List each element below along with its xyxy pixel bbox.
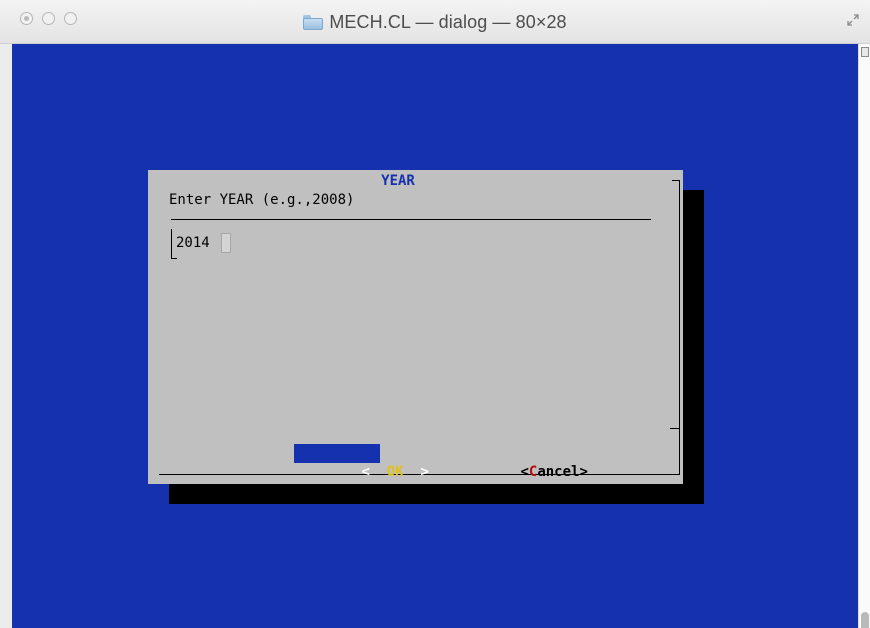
ok-left-bracket: < bbox=[361, 464, 370, 480]
dialog-border-right bbox=[679, 180, 680, 475]
cancel-close-bracket: > bbox=[579, 464, 588, 480]
fullscreen-icon[interactable] bbox=[846, 13, 860, 27]
year-input[interactable]: 2014 bbox=[176, 233, 210, 253]
ok-button[interactable]: < OK > bbox=[294, 444, 429, 480]
dialog-title: YEAR bbox=[381, 173, 415, 189]
cancel-button[interactable]: <Cancel> bbox=[453, 444, 587, 480]
ok-right-bracket: > bbox=[420, 464, 429, 480]
dialog-border-cap bbox=[672, 180, 680, 181]
scroll-marker-icon[interactable] bbox=[861, 47, 869, 57]
cancel-label-rest: ancel bbox=[537, 464, 580, 480]
vertical-scrollbar[interactable] bbox=[858, 44, 870, 628]
terminal-window: MECH.CL — dialog — 80×28 YEAR Enter YEAR… bbox=[0, 0, 870, 628]
scrollbar-thumb[interactable] bbox=[861, 612, 869, 628]
text-cursor bbox=[221, 233, 231, 253]
minimize-window-button[interactable] bbox=[42, 12, 55, 25]
window-title: MECH.CL — dialog — 80×28 bbox=[329, 11, 567, 32]
buttons-divider bbox=[670, 428, 679, 429]
title-bar[interactable]: MECH.CL — dialog — 80×28 bbox=[0, 0, 870, 44]
window-title-group: MECH.CL — dialog — 80×28 bbox=[0, 0, 870, 44]
folder-icon bbox=[303, 15, 324, 30]
year-prompt: Enter YEAR (e.g.,2008) bbox=[169, 192, 355, 208]
ok-label: OK bbox=[386, 464, 404, 480]
zoom-window-button[interactable] bbox=[64, 12, 77, 25]
input-left-cap bbox=[171, 258, 177, 259]
year-dialog: YEAR Enter YEAR (e.g.,2008) 2014 < OK > … bbox=[148, 170, 683, 484]
close-window-button[interactable] bbox=[20, 12, 33, 25]
cancel-open-bracket: < bbox=[520, 464, 529, 480]
input-top-border bbox=[171, 219, 651, 220]
input-left-border bbox=[171, 229, 172, 259]
terminal-screen[interactable]: YEAR Enter YEAR (e.g.,2008) 2014 < OK > … bbox=[12, 44, 858, 628]
